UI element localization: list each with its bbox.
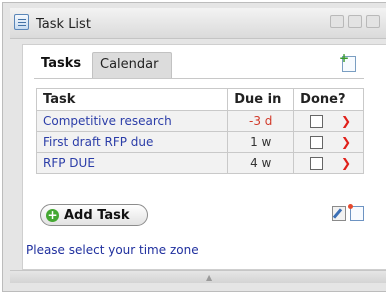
task-table: Task Due in Done? Competitive research -… (35, 88, 364, 174)
add-task-button[interactable]: + Add Task (40, 204, 148, 226)
due-value: 1 w (227, 131, 295, 153)
table-header-row: Task Due in Done? (35, 88, 364, 111)
timezone-link[interactable]: Please select your time zone (26, 243, 199, 257)
tab-calendar[interactable]: Calendar (92, 52, 172, 78)
window-title: Task List (36, 17, 91, 32)
done-cell: ❯ (293, 152, 364, 174)
table-row: Competitive research -3 d ❯ (35, 110, 364, 132)
done-checkbox[interactable] (310, 135, 324, 149)
task-name[interactable]: Competitive research (35, 110, 229, 132)
task-name[interactable]: First draft RFP due (35, 131, 229, 153)
done-cell: ❯ (293, 110, 364, 132)
arrow-right-icon[interactable]: ❯ (341, 156, 351, 170)
plus-icon: + (46, 207, 59, 222)
done-checkbox[interactable] (310, 156, 324, 170)
add-task-label: Add Task (64, 207, 130, 223)
resize-grip-icon[interactable]: ▲ (206, 274, 212, 282)
due-value: 4 w (227, 152, 295, 174)
close-button[interactable] (366, 15, 380, 28)
column-header-due[interactable]: Due in (227, 88, 295, 111)
add-item-icon[interactable]: + (339, 52, 356, 72)
done-checkbox[interactable] (310, 114, 324, 128)
due-value: -3 d (227, 110, 295, 132)
done-cell: ❯ (293, 131, 364, 153)
minimize-button[interactable] (330, 15, 344, 28)
task-name[interactable]: RFP DUE (35, 152, 229, 174)
arrow-right-icon[interactable]: ❯ (341, 135, 351, 149)
task-list-icon (14, 14, 29, 30)
tab-divider (34, 78, 364, 79)
arrow-right-icon[interactable]: ❯ (341, 114, 351, 128)
tab-tasks[interactable]: Tasks (34, 52, 94, 78)
column-header-task[interactable]: Task (35, 88, 229, 111)
new-task-icon[interactable] (348, 204, 364, 221)
edit-icon[interactable] (332, 206, 346, 221)
table-row: First draft RFP due 1 w ❯ (35, 131, 364, 153)
column-header-done[interactable]: Done? (293, 88, 364, 111)
bottom-bar: ▲ (10, 270, 386, 283)
table-row: RFP DUE 4 w ❯ (35, 152, 364, 174)
settings-button[interactable] (348, 15, 362, 28)
